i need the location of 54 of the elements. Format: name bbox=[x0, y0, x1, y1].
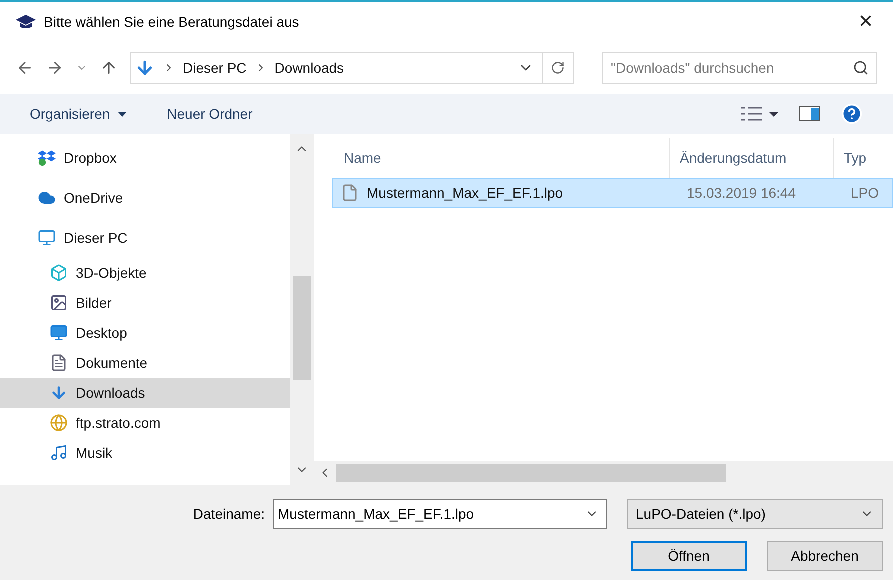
dropbox-icon bbox=[38, 149, 56, 167]
view-options-icon[interactable] bbox=[741, 107, 779, 121]
filename-field[interactable]: Mustermann_Max_EF_EF.1.lpo bbox=[273, 499, 607, 529]
breadcrumb[interactable]: Dieser PC bbox=[183, 58, 247, 78]
help-icon[interactable] bbox=[841, 103, 863, 125]
address-bar[interactable]: Dieser PC Downloads bbox=[130, 52, 574, 84]
scrollbar-thumb[interactable] bbox=[336, 464, 726, 482]
sidebar-item[interactable]: 3D-Objekte bbox=[0, 258, 290, 288]
graduation-cap-icon bbox=[16, 15, 36, 29]
cancel-button[interactable]: Abbrechen bbox=[767, 541, 883, 571]
file-icon bbox=[341, 183, 359, 203]
column-header[interactable]: Typ bbox=[834, 148, 867, 168]
sidebar-item[interactable]: ftp.strato.com bbox=[0, 408, 290, 438]
preview-pane-icon[interactable] bbox=[799, 106, 821, 122]
caret-icon bbox=[118, 112, 128, 116]
close-button[interactable]: × bbox=[858, 10, 877, 34]
refresh-icon[interactable] bbox=[551, 61, 565, 75]
file-date: 15.03.2019 16:44 bbox=[687, 184, 797, 202]
file-type: LPO bbox=[851, 184, 880, 202]
document-icon bbox=[50, 354, 68, 372]
sidebar-item[interactable]: Dropbox bbox=[0, 138, 290, 178]
sidebar-item[interactable]: OneDrive bbox=[0, 178, 290, 218]
music-icon bbox=[50, 444, 68, 462]
search-icon bbox=[853, 60, 869, 76]
sidebar-item[interactable]: Downloads bbox=[0, 378, 290, 408]
sidebar-item[interactable]: Dokumente bbox=[0, 348, 290, 378]
window-title: Bitte wählen Sie eine Beratungsdatei aus bbox=[44, 12, 300, 32]
sidebar-item[interactable]: Bilder bbox=[0, 288, 290, 318]
search-field[interactable]: "Downloads" durchsuchen bbox=[602, 52, 877, 84]
sidebar-item[interactable]: Desktop bbox=[0, 318, 290, 348]
horizontal-scrollbar[interactable] bbox=[314, 461, 893, 485]
file-row[interactable]: Mustermann_Max_EF_EF.1.lpo 15.03.2019 16:44 LPO bbox=[332, 178, 893, 208]
up-icon[interactable] bbox=[100, 59, 118, 77]
vertical-scrollbar[interactable] bbox=[290, 134, 314, 485]
network-icon bbox=[50, 414, 68, 432]
organize-button[interactable]: Organisieren bbox=[30, 104, 128, 124]
file-type-dropdown[interactable]: LuPO-Dateien (*.lpo) bbox=[627, 499, 883, 529]
file-name: Mustermann_Max_EF_EF.1.lpo bbox=[366, 184, 564, 203]
sidebar-item[interactable]: Dieser PC bbox=[0, 218, 290, 258]
filename-label: Dateiname: bbox=[193, 504, 265, 524]
scrollbar-thumb[interactable] bbox=[293, 276, 311, 380]
cloud-icon bbox=[38, 189, 56, 207]
open-button[interactable]: Öffnen bbox=[631, 541, 747, 571]
sidebar-item[interactable]: Musik bbox=[0, 438, 290, 468]
new-folder-button[interactable]: Neuer Ordner bbox=[167, 104, 253, 124]
back-icon[interactable] bbox=[16, 59, 34, 77]
breadcrumb[interactable]: Downloads bbox=[274, 58, 344, 78]
monitor-icon bbox=[38, 229, 56, 247]
forward-icon[interactable] bbox=[46, 59, 64, 77]
cube-icon bbox=[50, 264, 68, 282]
desktop-icon bbox=[50, 324, 68, 342]
download-icon bbox=[50, 384, 68, 402]
download-icon bbox=[135, 58, 155, 78]
picture-icon bbox=[50, 294, 68, 312]
